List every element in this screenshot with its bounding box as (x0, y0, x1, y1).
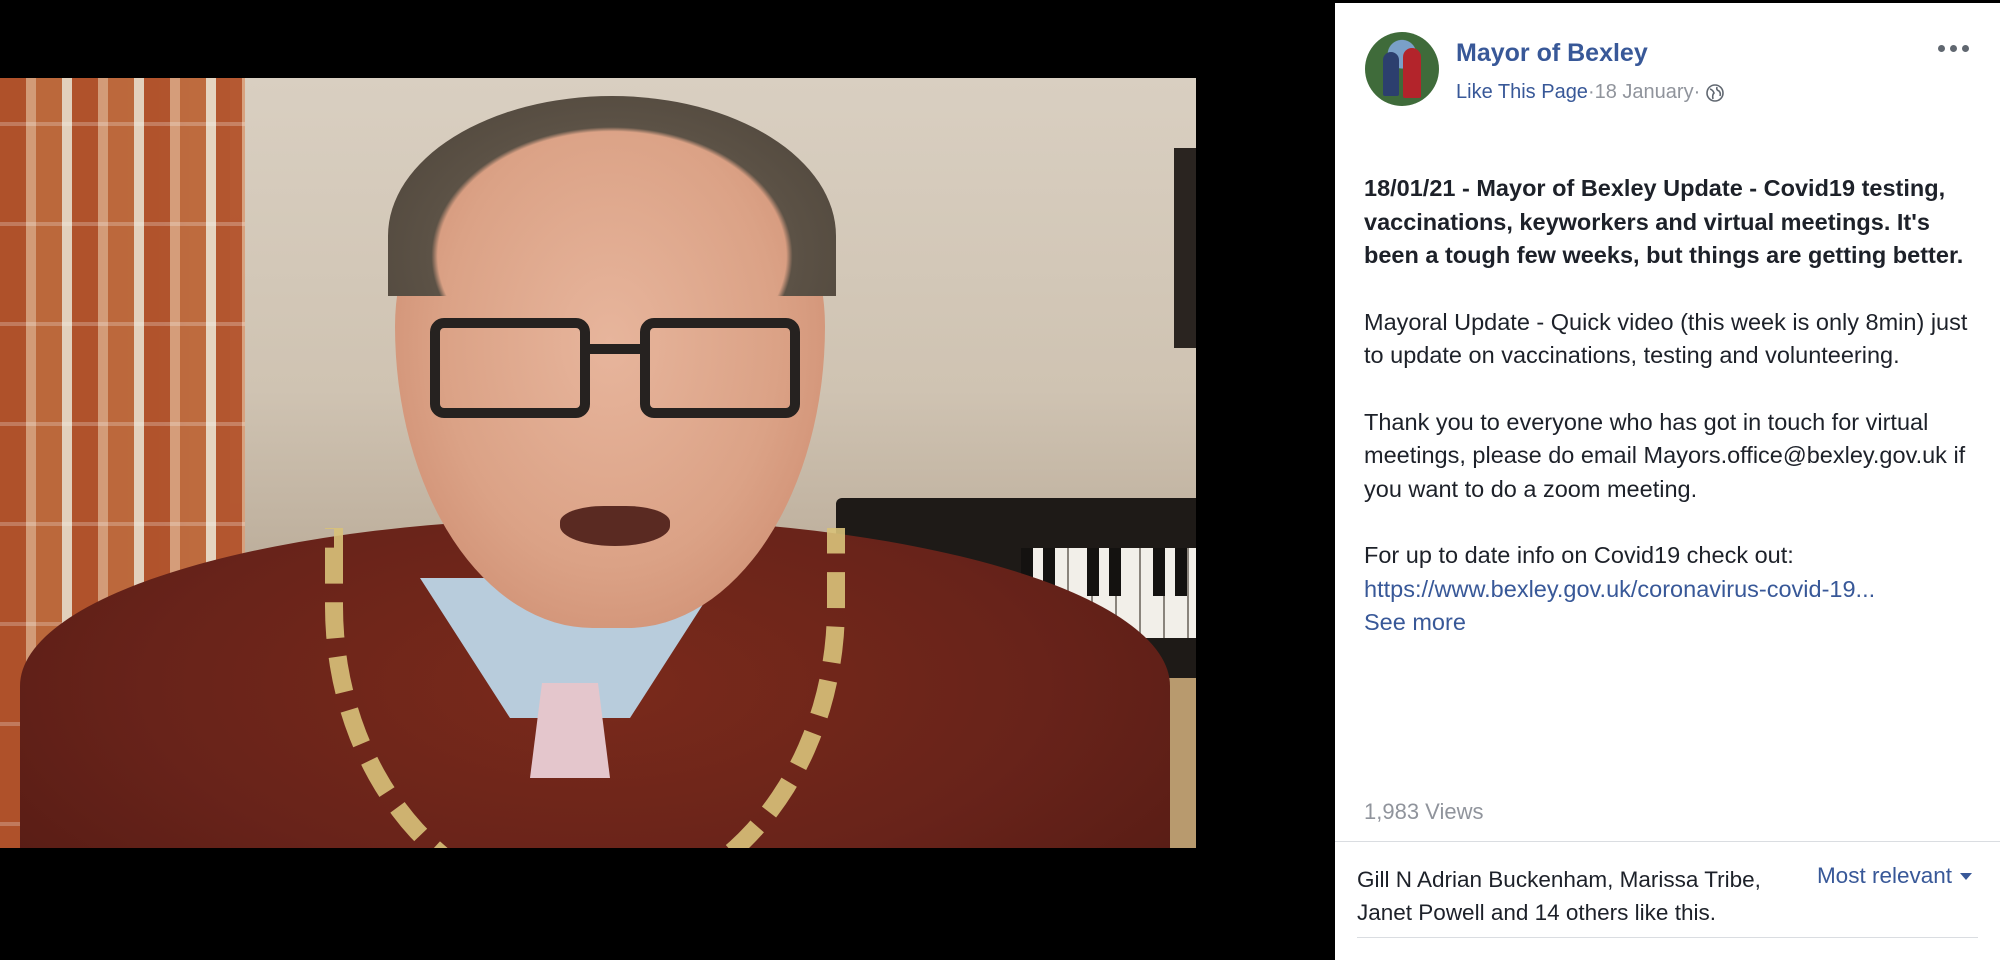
post-side-panel: Mayor of Bexley Like This Page · 18 Janu… (1335, 3, 2000, 960)
post-paragraph-text: For up to date info on Covid19 check out… (1364, 542, 1794, 568)
sort-label: Most relevant (1816, 863, 1952, 888)
covid-info-link[interactable]: https://www.bexley.gov.uk/coronavirus-co… (1364, 576, 1875, 602)
dot-icon (1937, 44, 1945, 52)
post-paragraph-links: For up to date info on Covid19 check out… (1364, 539, 1974, 640)
post-headline: 18/01/21 - Mayor of Bexley Update - Covi… (1364, 175, 1964, 268)
page-name-link[interactable]: Mayor of Bexley (1456, 39, 1648, 68)
post-paragraph: Thank you to everyone who has got in tou… (1364, 408, 1966, 502)
video-picture-frame (1174, 148, 1196, 348)
video-player[interactable] (0, 0, 1335, 960)
video-frame[interactable] (0, 78, 1196, 848)
video-glasses-right (640, 318, 800, 418)
dot-icon (1961, 44, 1969, 52)
post-date[interactable]: 18 January (1595, 81, 1694, 104)
video-glasses-left (430, 318, 590, 418)
caret-down-icon (1960, 872, 1972, 880)
post-meta: Like This Page · 18 January · (1456, 81, 1725, 104)
post-body: 18/01/21 - Mayor of Bexley Update - Covi… (1364, 172, 1974, 673)
divider (1357, 937, 1978, 938)
view-count: 1,983 Views (1364, 799, 1484, 824)
see-more-link[interactable]: See more (1364, 606, 1974, 640)
avatar[interactable] (1365, 32, 1439, 106)
comment-sort-dropdown[interactable]: Most relevant (1817, 863, 1972, 889)
globe-icon[interactable] (1706, 83, 1725, 102)
dot-icon (1949, 44, 1957, 52)
avatar-figure (1383, 52, 1399, 96)
likes-summary[interactable]: Gill N Adrian Buckenham, Marissa Tribe, … (1357, 863, 1807, 929)
meta-separator: · (1693, 81, 1701, 103)
divider (1335, 841, 2000, 842)
video-person-mouth (560, 506, 670, 546)
like-page-link[interactable]: Like This Page (1456, 81, 1588, 104)
post-paragraph: Mayoral Update - Quick video (this week … (1364, 308, 1968, 369)
meta-separator: · (1587, 81, 1595, 103)
video-glasses-bridge (588, 344, 642, 354)
avatar-figure (1403, 48, 1421, 98)
more-options-button[interactable] (1936, 39, 1970, 57)
